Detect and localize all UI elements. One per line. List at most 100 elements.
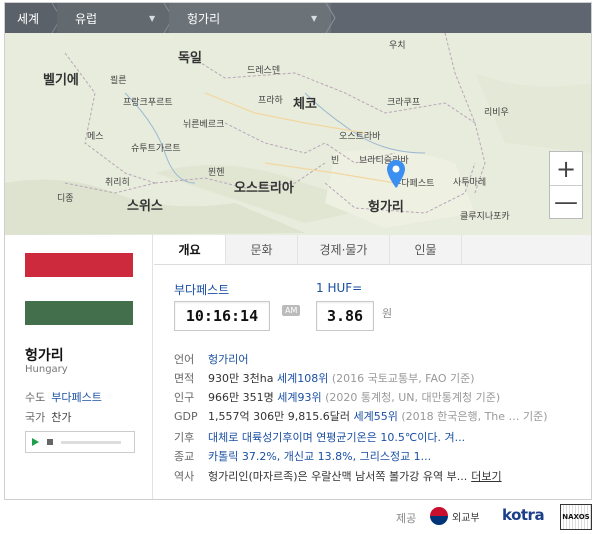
breadcrumb: 세계 유럽 ▼ 헝가리 ▼ (5, 3, 591, 33)
provider-footer: 제공 외교부 kotra NAXOS (0, 500, 596, 534)
fact-religion-label: 종교 (174, 450, 195, 463)
map-label-prague: 프라하 (258, 96, 283, 106)
fact-language: 언어 헝가리어 (174, 351, 248, 367)
stop-icon[interactable] (47, 439, 53, 445)
play-icon[interactable] (32, 438, 39, 446)
breadcrumb-country-label: 헝가리 (187, 11, 221, 26)
fact-gdp-source: (2018 한국은행, The … 기준) (401, 410, 548, 423)
fact-population-source: (2020 통계청, UN, 대만통계청 기준) (325, 391, 501, 404)
map-label-krakow: 크라쿠프 (387, 98, 421, 108)
anthem-row: 국가 찬가 (25, 409, 72, 425)
map-label-vienna: 빈 (331, 156, 340, 166)
breadcrumb-separator-icon (325, 3, 336, 33)
local-time: 10:16:14 (174, 301, 270, 331)
map-label-metz: 메스 (87, 132, 104, 142)
breadcrumb-country[interactable]: 헝가리 ▼ (169, 3, 331, 33)
map-label-cluj-napoca: 클루지나포카 (460, 212, 510, 222)
country-widget: 세계 유럽 ▼ 헝가리 ▼ 독일 드레스덴 프라하 체코 오스트라바 크라쿠프 … (4, 2, 592, 500)
fact-climate-label: 기후 (174, 431, 195, 444)
flag-stripe-white (25, 277, 133, 301)
tab-culture[interactable]: 문화 (226, 235, 298, 264)
zoom-out-button[interactable]: — (550, 185, 582, 218)
map-label-germany: 독일 (178, 51, 202, 66)
map-label-nuremberg: 뉘른베르크 (183, 120, 225, 130)
mofa-logo[interactable]: 외교부 (430, 507, 480, 525)
map-label-czech: 체코 (293, 97, 317, 112)
tab-people[interactable]: 인물 (390, 235, 462, 264)
map-label-austria: 오스트리아 (234, 181, 294, 196)
capital-link[interactable]: 부다페스트 (51, 391, 102, 404)
map-label-cologne: 쾰른 (110, 76, 127, 86)
kotra-logo[interactable]: kotra (502, 506, 545, 524)
city-time-label: 부다페스트 (174, 283, 230, 297)
fact-history: 역사 헝가리인(마자르족)은 우랄산맥 남서쪽 볼가강 유역 부... 더보기 (174, 468, 502, 484)
provided-by-label: 제공 (396, 512, 417, 525)
anthem-player (25, 431, 135, 453)
fact-gdp-value: 1,557억 306만 9,815.6달러 (208, 410, 350, 423)
map-label-switzerland: 스위스 (127, 199, 163, 214)
map-label-zurich: 취리히 (105, 178, 130, 188)
rate-unit: 원 (382, 307, 393, 320)
tab-economy-prices[interactable]: 경제·물가 (298, 235, 390, 264)
fact-gdp-rank: 세계55위 (353, 410, 398, 423)
fact-religion: 종교 카톨릭 37.2%, 개신교 13.8%, 그리스정교 1... (174, 448, 431, 464)
info-tabs: 개요 문화 경제·물가 인물 (154, 235, 591, 265)
currency-label: 1 HUF= (316, 281, 363, 295)
fact-population-value: 966만 351명 (208, 391, 274, 404)
taegeuk-icon (430, 507, 448, 525)
map-label-frankfurt: 프랑크푸르트 (123, 98, 173, 108)
exchange-rate: 3.86 (316, 301, 374, 331)
map-zoom-control: + — (549, 151, 583, 219)
location-marker-icon[interactable] (385, 159, 407, 189)
fact-area-value: 930만 3천ha (208, 372, 274, 385)
fact-population: 인구 966만 351명 세계93위 (2020 통계청, UN, 대만통계청 기… (174, 389, 500, 405)
fact-area-source: (2016 국토교통부, FAO 기준) (331, 372, 475, 385)
fact-area: 면적 930만 3천ha 세계108위 (2016 국토교통부, FAO 기준) (174, 370, 475, 386)
mofa-logo-text: 외교부 (452, 512, 480, 524)
map[interactable]: 독일 드레스덴 프라하 체코 오스트라바 크라쿠프 우치 리비우 벨기에 쾰른 … (5, 33, 591, 235)
map-label-dijon: 디종 (57, 194, 74, 204)
fact-language-value[interactable]: 헝가리어 (208, 353, 248, 366)
map-label-satu-mare: 사투마레 (453, 178, 487, 188)
audio-progress-track[interactable] (61, 440, 121, 444)
fact-climate-value[interactable]: 대체로 대륙성기후이며 연평균기온은 10.5℃이다. 겨... (208, 431, 465, 444)
country-summary-panel: 헝가리 Hungary 수도 부다페스트 국가 찬가 (5, 235, 153, 499)
more-link[interactable]: 더보기 (471, 470, 501, 483)
tab-overview[interactable]: 개요 (154, 235, 226, 264)
zoom-in-button[interactable]: + (550, 152, 582, 185)
fact-gdp-label: GDP (174, 410, 198, 423)
fact-population-label: 인구 (174, 391, 195, 404)
overview-content: 부다페스트 10:16:14 AM 1 HUF= 3.86 원 언어 헝가리어 면… (154, 265, 591, 499)
flag-stripe-green (25, 301, 133, 325)
flag-stripe-red (25, 253, 133, 277)
fact-gdp: GDP 1,557억 306만 9,815.6달러 세계55위 (2018 한국은… (174, 408, 548, 424)
breadcrumb-continent[interactable]: 유럽 ▼ (57, 3, 169, 33)
map-label-belgium: 벨기에 (43, 73, 79, 88)
naxos-logo[interactable]: NAXOS (560, 504, 592, 530)
breadcrumb-world[interactable]: 세계 (5, 3, 57, 33)
anthem-label: 국가 (25, 411, 46, 424)
anthem-value: 찬가 (51, 411, 72, 424)
map-label-dresden: 드레스덴 (247, 66, 281, 76)
map-label-lodz: 우치 (389, 41, 406, 51)
country-name: 헝가리 (25, 348, 64, 364)
capital-label: 수도 (25, 391, 46, 404)
map-label-ostrava: 오스트라바 (339, 132, 381, 142)
fact-religion-value[interactable]: 카톨릭 37.2%, 개신교 13.8%, 그리스정교 1... (208, 450, 431, 463)
map-label-lviv: 리비우 (484, 108, 509, 118)
fact-area-rank: 세계108위 (276, 372, 329, 385)
map-label-hungary: 헝가리 (368, 200, 404, 215)
fact-area-label: 면적 (174, 372, 195, 385)
ampm-badge: AM (282, 305, 301, 316)
fact-history-label: 역사 (174, 470, 195, 483)
dropdown-caret-icon: ▼ (311, 14, 318, 23)
breadcrumb-world-label: 세계 (17, 11, 40, 26)
dropdown-caret-icon: ▼ (149, 14, 156, 23)
fact-language-label: 언어 (174, 353, 195, 366)
capital-row: 수도 부다페스트 (25, 389, 102, 405)
map-label-stuttgart: 슈투트가르트 (131, 144, 181, 154)
breadcrumb-continent-label: 유럽 (75, 11, 98, 26)
map-label-munich: 뮌헨 (208, 168, 225, 178)
fact-history-value: 헝가리인(마자르족)은 우랄산맥 남서쪽 볼가강 유역 부... (208, 470, 468, 483)
country-name-english: Hungary (25, 364, 68, 375)
